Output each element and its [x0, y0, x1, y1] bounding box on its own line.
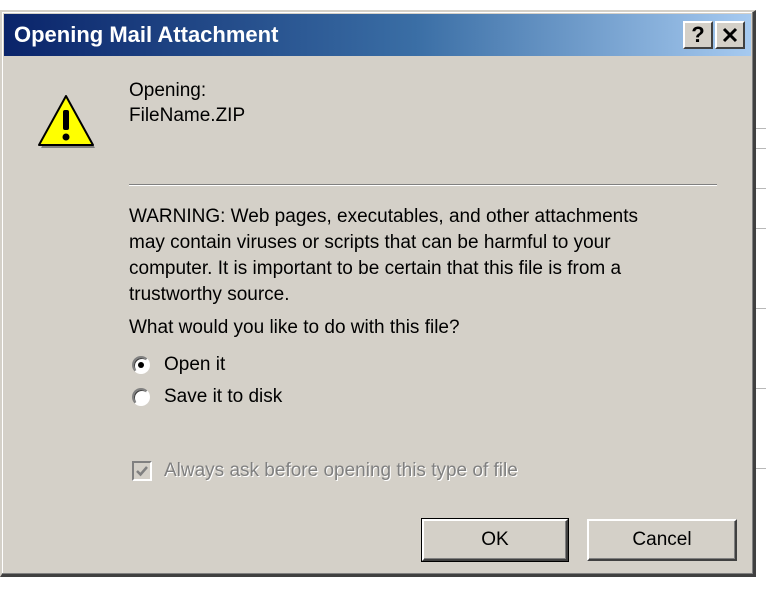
checkbox-disabled[interactable] [132, 461, 152, 481]
cancel-button[interactable]: Cancel [587, 519, 737, 561]
ok-button[interactable]: OK [421, 518, 569, 562]
help-button[interactable]: ? [683, 21, 713, 49]
separator [129, 184, 717, 186]
radio-button-selected[interactable] [132, 356, 150, 374]
radio-dot [138, 362, 144, 368]
title-bar[interactable]: Opening Mail Attachment ? [4, 14, 751, 56]
warning-message: WARNING: Web pages, executables, and oth… [129, 206, 639, 305]
dialog-title: Opening Mail Attachment [14, 22, 279, 47]
close-button[interactable] [715, 21, 745, 49]
open-it-radio[interactable]: Open it [132, 354, 225, 376]
filename-label: FileName.ZIP [129, 105, 246, 126]
question-label: What would you like to do with this file… [129, 317, 460, 338]
close-icon [722, 27, 738, 43]
save-to-disk-label[interactable]: Save it to disk [164, 386, 282, 408]
save-to-disk-radio[interactable]: Save it to disk [132, 386, 282, 408]
radio-button[interactable] [132, 388, 150, 406]
always-ask-checkbox[interactable]: Always ask before opening this type of f… [132, 460, 518, 482]
opening-mail-attachment-dialog: Opening Mail Attachment ? Opening: FileN… [0, 10, 756, 577]
opening-label: Opening: [129, 80, 207, 101]
checkmark-icon [136, 466, 148, 477]
open-it-label[interactable]: Open it [164, 354, 225, 376]
always-ask-label: Always ask before opening this type of f… [164, 460, 518, 481]
warning-icon [38, 95, 95, 148]
